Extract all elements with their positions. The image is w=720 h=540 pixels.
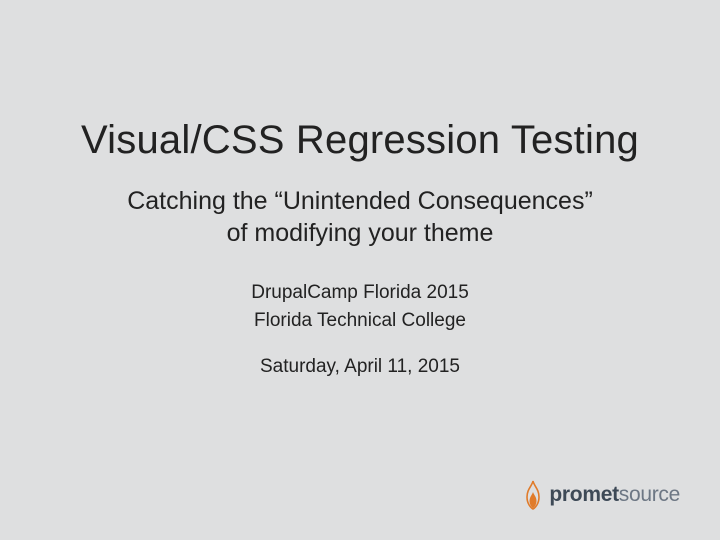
logo-word-1: promet xyxy=(549,483,618,506)
event-date: Saturday, April 11, 2015 xyxy=(260,356,460,378)
flame-icon xyxy=(523,480,543,510)
slide-subtitle: Catching the “Unintended Consequences” o… xyxy=(127,185,593,249)
event-name: DrupalCamp Florida 2015 xyxy=(251,279,469,307)
slide-title: Visual/CSS Regression Testing xyxy=(81,118,639,163)
subtitle-line-2: of modifying your theme xyxy=(127,217,593,249)
logo-text: prometsource xyxy=(549,483,680,507)
event-info: DrupalCamp Florida 2015 Florida Technica… xyxy=(251,279,469,334)
logo-word-2: source xyxy=(619,483,680,506)
promet-source-logo: prometsource xyxy=(523,480,680,510)
venue-name: Florida Technical College xyxy=(251,307,469,335)
slide: Visual/CSS Regression Testing Catching t… xyxy=(0,0,720,540)
subtitle-line-1: Catching the “Unintended Consequences” xyxy=(127,185,593,217)
